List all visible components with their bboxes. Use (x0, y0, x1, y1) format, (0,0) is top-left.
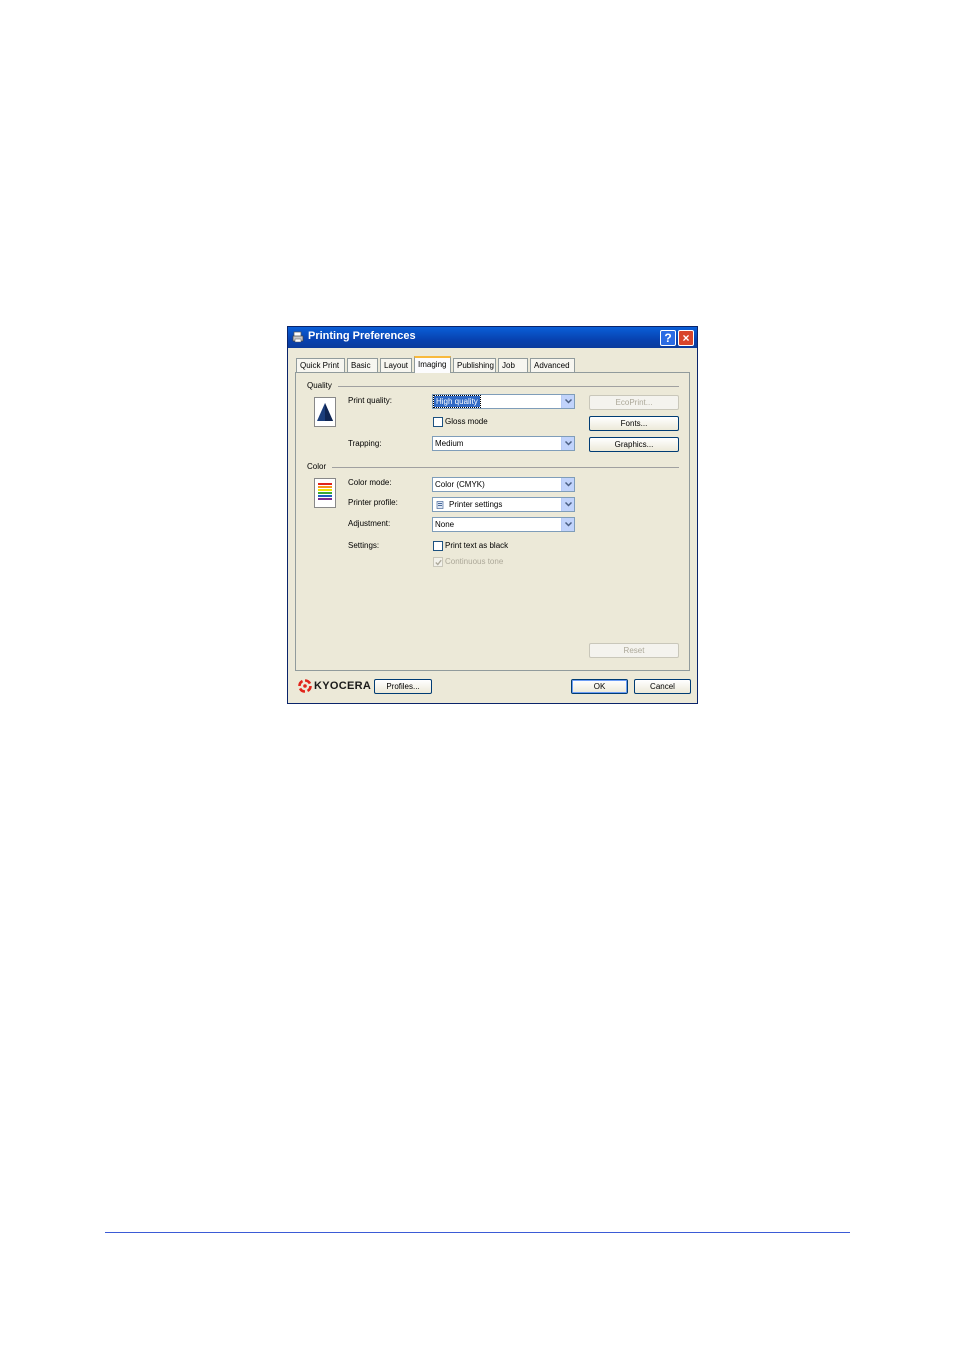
fonts-button[interactable]: Fonts... (589, 416, 679, 431)
page-footer-rule (105, 1232, 850, 1233)
chevron-down-icon (565, 522, 572, 527)
dropdown-button[interactable] (561, 478, 574, 491)
tab-layout[interactable]: Layout (380, 358, 412, 372)
trapping-select[interactable]: Medium (432, 436, 575, 451)
dropdown-button[interactable] (561, 518, 574, 531)
gloss-mode-checkbox[interactable] (433, 417, 443, 427)
printer-profile-select[interactable]: Printer settings (432, 497, 575, 512)
ecoprint-button[interactable]: EcoPrint... (589, 395, 679, 410)
window-title: Printing Preferences (308, 330, 416, 342)
quality-icon (314, 397, 336, 427)
color-group-label: Color (307, 462, 327, 471)
chevron-down-icon (565, 502, 572, 507)
tab-quick-print[interactable]: Quick Print (296, 358, 345, 372)
continuous-tone-checkbox[interactable] (433, 557, 443, 567)
title-bar[interactable]: Printing Preferences ? × (288, 327, 697, 348)
color-icon (314, 478, 336, 508)
gloss-mode-label[interactable]: Gloss mode (445, 417, 488, 426)
chevron-down-icon (565, 482, 572, 487)
color-bars-icon (318, 483, 332, 500)
tab-job[interactable]: Job (498, 358, 528, 372)
print-quality-select[interactable]: High quality (432, 394, 575, 409)
adjustment-label: Adjustment: (348, 519, 391, 528)
printer-profile-label: Printer profile: (348, 498, 398, 507)
color-mode-value: Color (CMYK) (435, 480, 485, 489)
tab-imaging[interactable]: Imaging (414, 356, 451, 373)
print-quality-value: High quality (433, 395, 481, 408)
brand-name: KYOCERA (314, 680, 372, 692)
continuous-tone-label[interactable]: Continuous tone (445, 557, 503, 566)
help-button[interactable]: ? (660, 330, 676, 346)
color-mode-select[interactable]: Color (CMYK) (432, 477, 575, 492)
chevron-down-icon (565, 399, 572, 404)
adjustment-value: None (435, 520, 455, 529)
tab-advanced[interactable]: Advanced (530, 358, 575, 372)
reset-button[interactable]: Reset (589, 643, 679, 658)
ok-button[interactable]: OK (571, 679, 628, 694)
color-divider (332, 467, 679, 468)
printing-preferences-dialog: Printing Preferences ? × Quick Print Bas… (287, 326, 698, 704)
trapping-value: Medium (435, 439, 464, 448)
adjustment-select[interactable]: None (432, 517, 575, 532)
printer-icon (292, 331, 304, 343)
chevron-down-icon (565, 441, 572, 446)
pyramid-icon (317, 403, 333, 421)
dropdown-button[interactable] (561, 395, 574, 408)
color-mode-label: Color mode: (348, 478, 392, 487)
tab-basic[interactable]: Basic (347, 358, 378, 372)
print-text-black-label[interactable]: Print text as black (445, 541, 508, 550)
dropdown-button[interactable] (561, 498, 574, 511)
checkmark-icon (435, 559, 442, 566)
graphics-button[interactable]: Graphics... (589, 437, 679, 452)
trapping-label: Trapping: (348, 439, 382, 448)
profile-icon (436, 501, 444, 509)
profiles-button[interactable]: Profiles... (374, 679, 432, 694)
quality-divider (338, 386, 679, 387)
imaging-panel: Quality Print quality: High quality Glos… (295, 372, 690, 671)
print-text-black-checkbox[interactable] (433, 541, 443, 551)
print-quality-label: Print quality: (348, 396, 393, 405)
kyocera-logo-icon (298, 679, 312, 693)
settings-label: Settings: (348, 541, 380, 550)
tab-publishing[interactable]: Publishing (453, 358, 496, 372)
printer-profile-value: Printer settings (449, 500, 503, 509)
dropdown-button[interactable] (561, 437, 574, 450)
cancel-button[interactable]: Cancel (634, 679, 691, 694)
quality-group-label: Quality (307, 381, 332, 390)
close-button[interactable]: × (678, 330, 694, 346)
